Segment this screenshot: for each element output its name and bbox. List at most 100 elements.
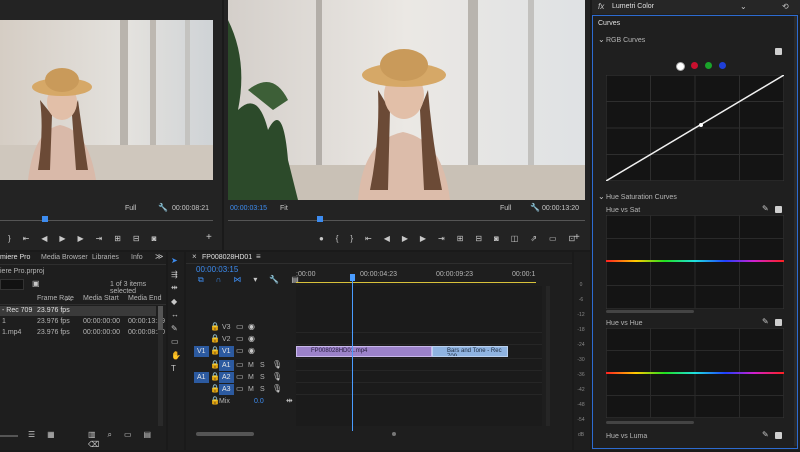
timeline-timecode[interactable]: 00:00:03:15	[196, 265, 238, 274]
project-search-input[interactable]	[0, 279, 24, 290]
program-scrub-bar[interactable]	[228, 220, 585, 221]
lumetri-scrollbar[interactable]	[794, 16, 797, 446]
lock-icon[interactable]: 🔒	[210, 334, 220, 344]
sync-lock-icon[interactable]: ▭	[236, 322, 244, 332]
linked-selection-icon[interactable]: ⋈	[233, 275, 241, 285]
go-to-in-icon[interactable]: ⇤	[23, 234, 30, 244]
rgb-curve-graph[interactable]	[606, 75, 784, 181]
reset-icon[interactable]: ⟲	[782, 2, 789, 12]
tab-libraries[interactable]: Libraries	[92, 254, 119, 261]
eye-icon[interactable]: ◉	[248, 334, 255, 344]
solo-button[interactable]: S	[260, 374, 265, 381]
chevron-down-icon[interactable]: ⌄	[598, 35, 605, 45]
source-playhead[interactable]	[42, 216, 48, 222]
ripple-edit-icon[interactable]: ⇹	[171, 283, 178, 293]
mic-icon[interactable]: 🎙	[272, 372, 282, 382]
lock-icon[interactable]: 🔒	[210, 322, 220, 332]
source-scrub-bar[interactable]	[0, 220, 213, 221]
export-frame-icon[interactable]: ⇗	[530, 234, 537, 244]
tab-sequence[interactable]: FP008028HD01	[202, 254, 252, 261]
tab-menu-icon[interactable]: ≡	[256, 252, 261, 262]
tab-project[interactable]: miere Pro	[0, 254, 30, 261]
selection-tool-icon[interactable]: ➤	[171, 256, 178, 266]
pen-icon[interactable]: ✎	[171, 324, 178, 334]
eye-icon[interactable]: ◉	[248, 346, 255, 356]
panel-menu-icon[interactable]: ≫	[155, 252, 163, 262]
project-scroll-thumb[interactable]	[158, 306, 163, 330]
go-to-in-icon[interactable]: ⇤	[365, 234, 372, 244]
solo-button[interactable]: S	[260, 386, 265, 393]
chevron-down-icon[interactable]: ⌄	[740, 2, 747, 12]
wrench-icon[interactable]: 🔧	[158, 203, 168, 213]
program-playhead[interactable]	[317, 216, 323, 222]
go-to-out-icon[interactable]: ⇥	[438, 234, 445, 244]
channel-green[interactable]	[705, 62, 712, 69]
go-to-out-icon[interactable]: ⇥	[96, 234, 103, 244]
new-bin-icon[interactable]: ▭	[124, 430, 132, 440]
play-icon[interactable]: ▶	[59, 234, 65, 244]
hue-vs-sat-graph[interactable]	[606, 215, 784, 309]
mute-button[interactable]: M	[248, 362, 254, 369]
list-item[interactable]: 1.mp4 23.976 fps 00:00:00:00 00:00:08:20	[0, 328, 165, 338]
bin-icon[interactable]: ▣	[32, 279, 40, 289]
section-curves[interactable]: Curves	[598, 20, 620, 27]
camera-icon[interactable]: ◙	[494, 234, 499, 244]
nest-icon[interactable]: ⧉	[198, 275, 204, 285]
new-item-icon[interactable]: ▤	[143, 430, 151, 440]
mix-volume[interactable]: 0.0	[254, 398, 264, 405]
add-button-icon[interactable]: +	[206, 233, 212, 243]
add-button-icon[interactable]: +	[574, 233, 580, 243]
type-icon[interactable]: T	[171, 364, 176, 374]
program-quality-dropdown[interactable]: Full	[500, 205, 511, 212]
extract-icon[interactable]: ⊟	[475, 234, 482, 244]
razor-icon[interactable]: ◆	[171, 297, 177, 307]
rgb-curves-label[interactable]: RGB Curves	[606, 37, 645, 44]
eyedropper-icon[interactable]: ✎	[762, 430, 769, 440]
timeline-vscroll[interactable]	[546, 286, 550, 426]
icon-view-icon[interactable]: ▦	[47, 430, 55, 440]
sync-lock-icon[interactable]: ▭	[236, 346, 244, 356]
hue-saturation-curves-label[interactable]: Hue Saturation Curves	[606, 194, 677, 201]
slip-icon[interactable]: ↔	[171, 310, 179, 320]
play-icon[interactable]: ▶	[402, 234, 408, 244]
comparison-icon[interactable]: ◫	[511, 234, 519, 244]
overwrite-icon[interactable]: ⊟	[133, 234, 140, 244]
column-media-end[interactable]: Media End	[128, 295, 161, 302]
timeline-scrollbar[interactable]	[196, 432, 254, 436]
clip-bars-and-tone[interactable]: Bars and Tone - Rec 709	[432, 346, 508, 357]
clip-video[interactable]: FP008028HD01.mp4	[296, 346, 432, 357]
close-icon[interactable]: ×	[192, 252, 197, 262]
hue-vs-sat-checkbox[interactable]	[775, 206, 782, 213]
step-back-icon[interactable]: ◀	[41, 234, 47, 244]
chevron-down-icon[interactable]: ⌄	[598, 192, 605, 202]
rectangle-icon[interactable]: ▭	[171, 337, 179, 347]
marker-icon[interactable]: ●	[319, 234, 324, 244]
mute-button[interactable]: M	[248, 386, 254, 393]
list-item[interactable]: 1 23.976 fps 00:00:00:00 00:00:13:19	[0, 317, 165, 327]
snap-icon[interactable]: ∩	[216, 275, 222, 285]
track-select-icon[interactable]: ⇶	[171, 270, 178, 280]
hue-vs-sat-scrollbar[interactable]	[606, 310, 694, 313]
go-to-end-icon[interactable]: ⇹	[286, 396, 293, 406]
mic-icon[interactable]: 🎙	[272, 360, 282, 370]
insert-icon[interactable]: ⊞	[114, 234, 121, 244]
camera-icon[interactable]: ◙	[152, 234, 157, 244]
source-patch-v1[interactable]: V1	[194, 346, 209, 357]
sync-lock-icon[interactable]: ▭	[236, 372, 244, 382]
list-item[interactable]: - Rec 709 23.976 fps	[0, 306, 156, 316]
wrench-icon[interactable]: 🔧	[530, 203, 540, 213]
eyedropper-icon[interactable]: ✎	[762, 317, 769, 327]
source-patch-a1[interactable]: A1	[194, 372, 209, 383]
hue-vs-hue-checkbox[interactable]	[775, 319, 782, 326]
add-marker-icon[interactable]: ▾	[253, 275, 257, 285]
sync-lock-icon[interactable]: ▭	[236, 360, 244, 370]
trash-icon[interactable]: ⌫	[88, 440, 99, 450]
step-forward-icon[interactable]: ▶	[78, 234, 84, 244]
mic-icon[interactable]: 🎙	[272, 384, 282, 394]
mark-in-icon[interactable]: {	[336, 234, 339, 244]
hue-vs-hue-graph[interactable]	[606, 328, 784, 418]
lumetri-dropdown[interactable]: Lumetri Color	[612, 3, 654, 10]
hue-vs-luma-checkbox[interactable]	[775, 432, 782, 439]
lift-icon[interactable]: ⊞	[457, 234, 464, 244]
mute-button[interactable]: M	[248, 374, 254, 381]
